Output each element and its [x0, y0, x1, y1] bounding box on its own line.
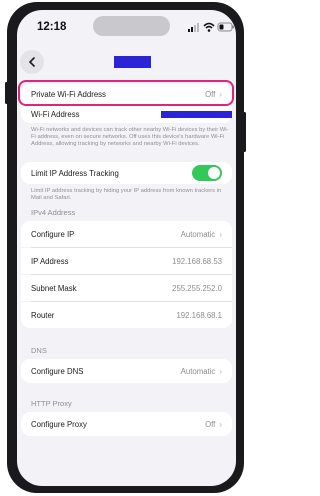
configure-ip-label: Configure IP	[31, 229, 75, 239]
limit-ip-tracking-toggle[interactable]	[192, 165, 222, 181]
http-proxy-section-header: HTTP Proxy	[31, 399, 72, 408]
subnet-mask-value: 255.255.252.0	[172, 283, 222, 293]
battery-icon	[217, 22, 234, 32]
configure-dns-label: Configure DNS	[31, 366, 84, 376]
chevron-right-icon: ›	[219, 419, 222, 429]
nav-title-redacted	[114, 56, 151, 68]
subnet-mask-row: Subnet Mask 255.255.252.0	[21, 275, 232, 301]
configure-ip-value: Automatic ›	[181, 230, 222, 239]
ip-address-value: 192.168.68.53	[172, 256, 222, 266]
wifi-address-value-redacted	[161, 111, 232, 118]
status-bar: 12:18	[17, 10, 236, 44]
back-button[interactable]	[20, 50, 44, 74]
status-time: 12:18	[37, 21, 67, 33]
configure-ip-row[interactable]: Configure IP Automatic ›	[21, 221, 232, 247]
configure-ip-value-text: Automatic	[180, 229, 216, 239]
configure-proxy-label: Configure Proxy	[31, 419, 87, 429]
configure-dns-value: Automatic ›	[181, 367, 222, 376]
ip-address-row: IP Address 192.168.68.53	[21, 248, 232, 274]
configure-proxy-row[interactable]: Configure Proxy Off ›	[21, 412, 232, 436]
side-button-left	[5, 82, 8, 104]
limit-ip-tracking-row: Limit IP Address Tracking	[21, 162, 232, 184]
wifi-address-label: Wi-Fi Address	[31, 109, 80, 119]
router-value: 192.168.68.1	[176, 310, 222, 320]
configure-dns-row[interactable]: Configure DNS Automatic ›	[21, 359, 232, 383]
cellular-signal-icon	[188, 23, 199, 32]
configure-dns-value-text: Automatic	[180, 366, 216, 376]
side-button-right	[243, 112, 246, 152]
router-row: Router 192.168.68.1	[21, 302, 232, 328]
chevron-left-icon	[28, 57, 35, 67]
highlight-box	[18, 80, 234, 106]
limit-ip-tracking-footnote: Limit IP address tracking by hiding your…	[31, 188, 222, 201]
limit-ip-tracking-label: Limit IP Address Tracking	[31, 168, 119, 178]
wifi-address-footnote: Wi-Fi networks and devices can track oth…	[31, 127, 229, 147]
chevron-right-icon: ›	[219, 229, 222, 239]
router-label: Router	[31, 310, 55, 320]
configure-proxy-value-text: Off	[205, 419, 216, 429]
status-icons	[188, 22, 234, 32]
wifi-icon	[203, 22, 215, 32]
ipv4-section-header: IPv4 Address	[31, 208, 76, 217]
chevron-right-icon: ›	[219, 366, 222, 376]
configure-proxy-value: Off ›	[205, 420, 222, 429]
nav-bar	[17, 46, 236, 82]
ip-address-label: IP Address	[31, 256, 69, 266]
subnet-mask-label: Subnet Mask	[31, 283, 77, 293]
dynamic-island	[93, 16, 170, 36]
dns-section-header: DNS	[31, 346, 47, 355]
